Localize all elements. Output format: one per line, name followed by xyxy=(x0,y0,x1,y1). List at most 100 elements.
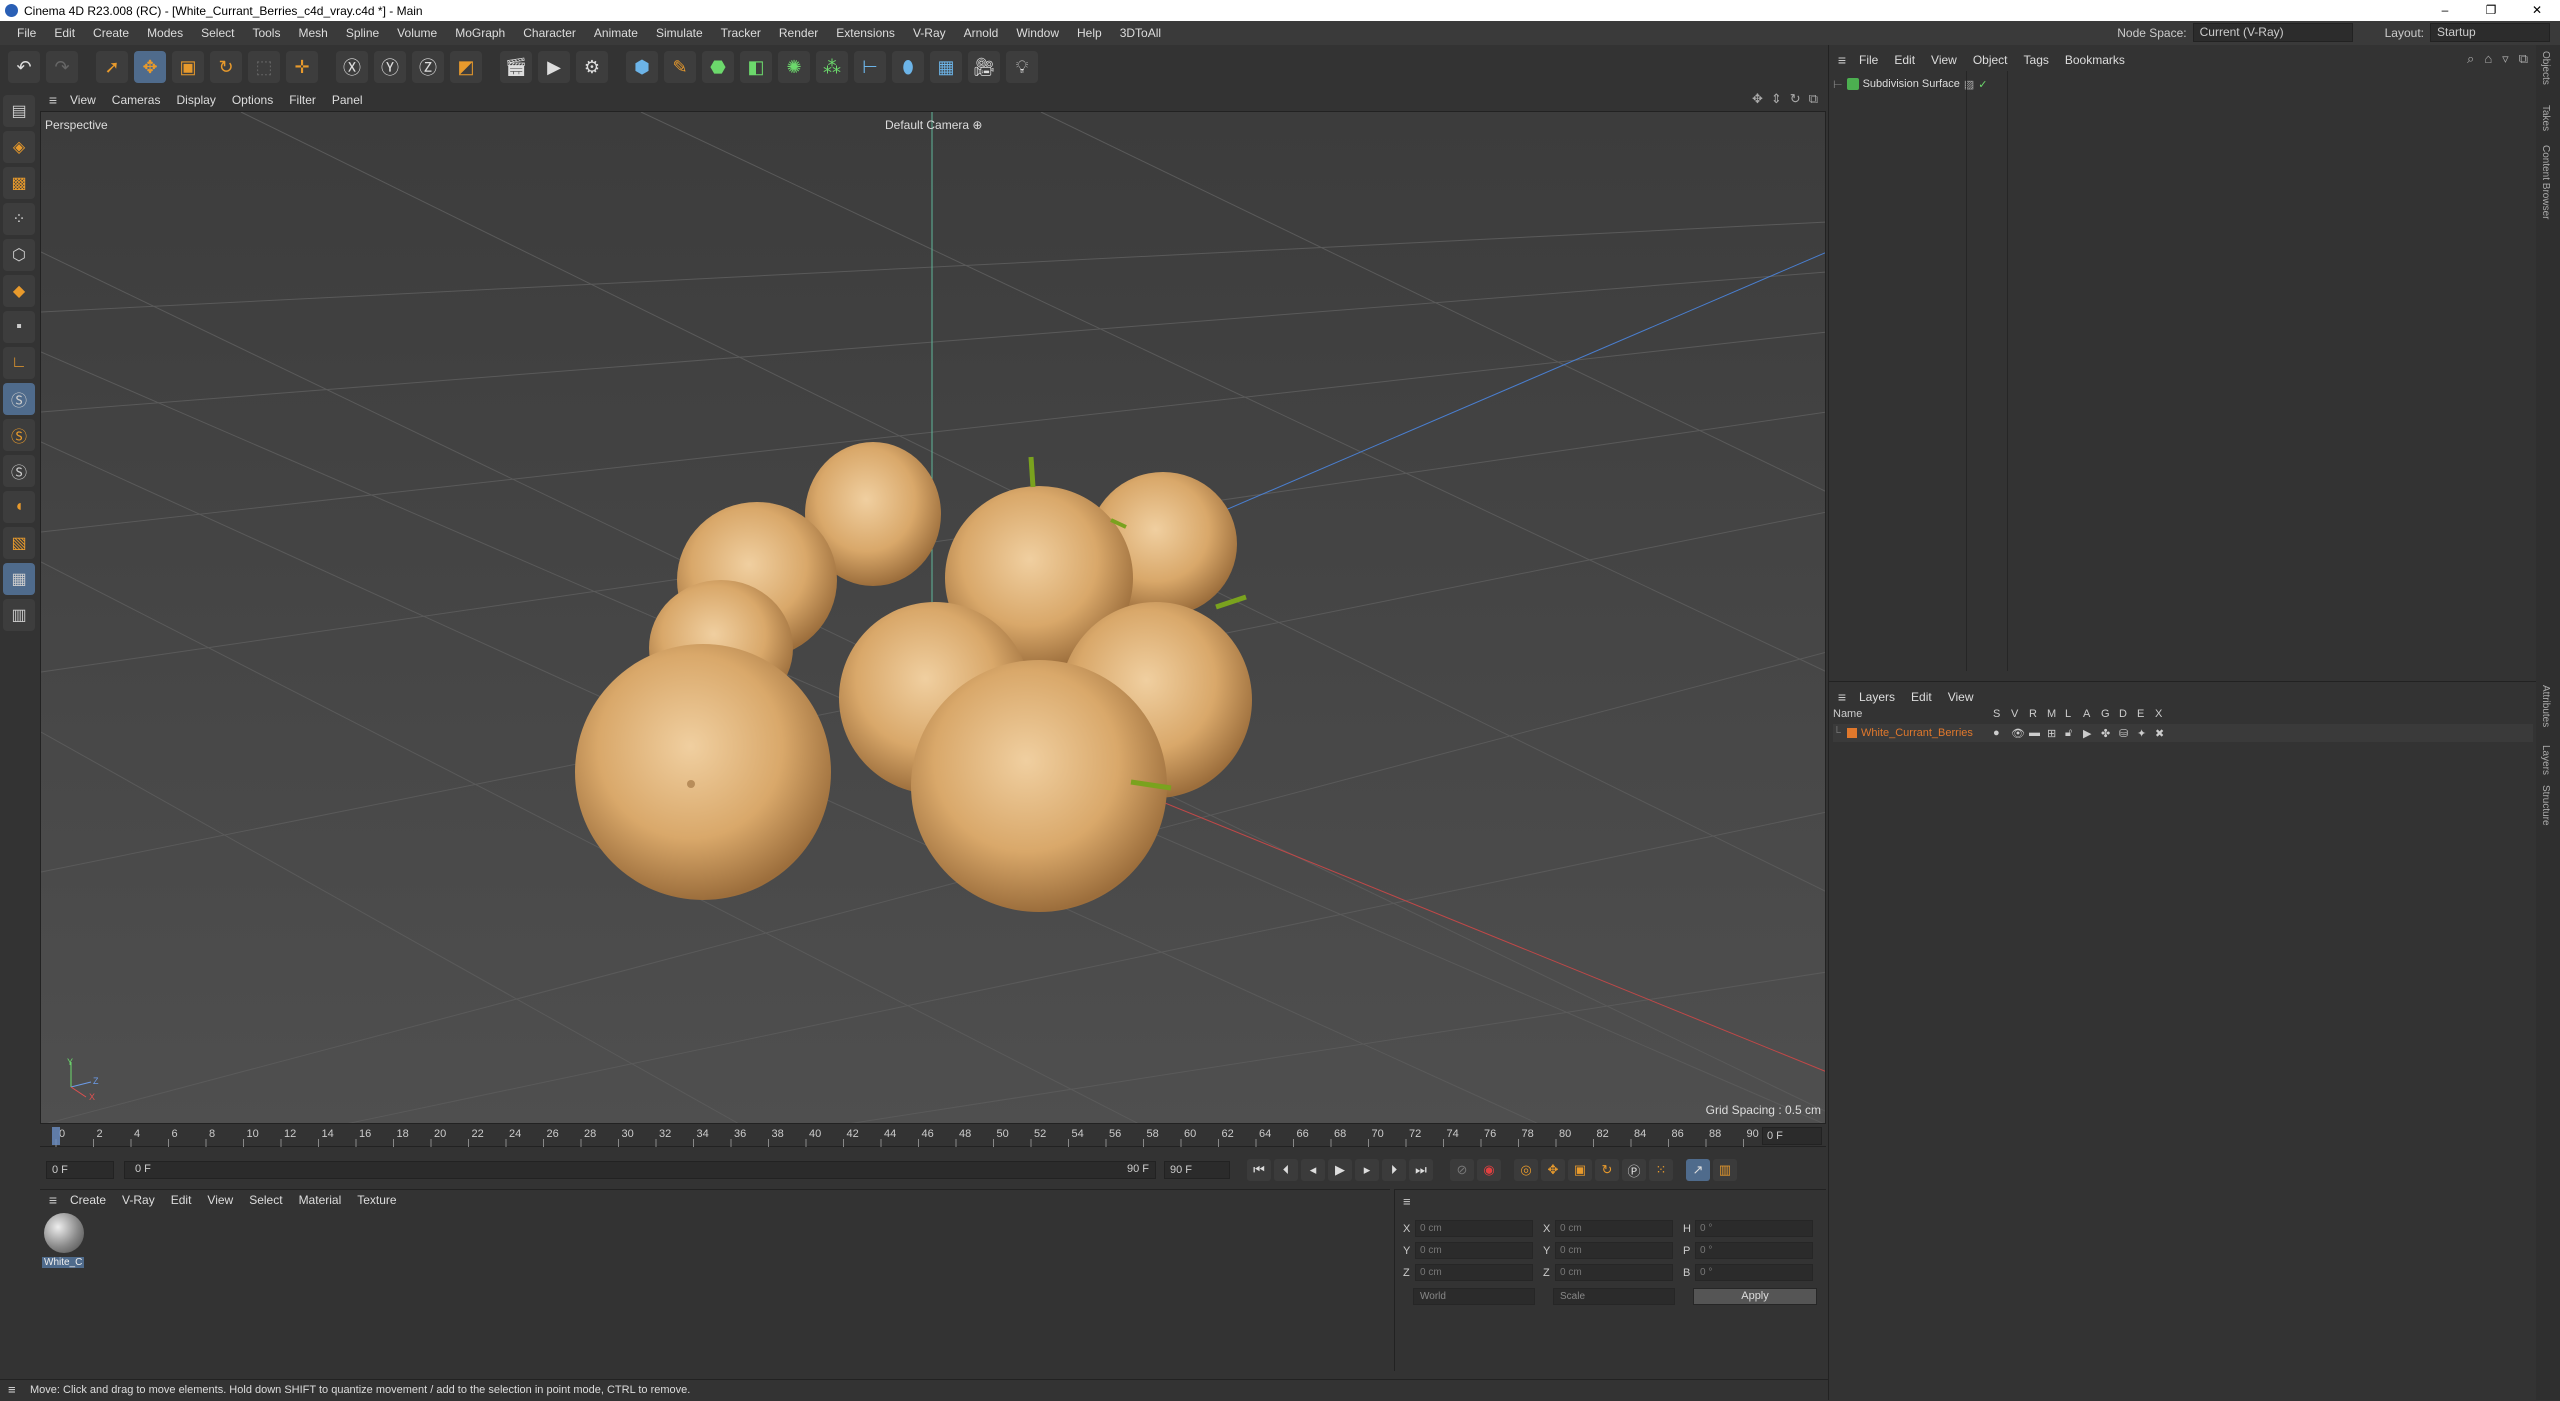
planar-workplane-button[interactable]: ▥ xyxy=(3,599,35,631)
obj-menu-object[interactable]: Object xyxy=(1965,53,2016,67)
dolly-icon[interactable]: ⇕ xyxy=(1771,91,1782,107)
pan-icon[interactable]: ✥ xyxy=(1752,91,1763,107)
material-name[interactable]: White_C xyxy=(42,1257,85,1268)
prev-key-button[interactable]: ⏴ xyxy=(1274,1159,1298,1181)
layer-expressions-icon[interactable]: ✦ xyxy=(2137,727,2155,740)
lock-workplane-button[interactable]: ▦ xyxy=(3,563,35,595)
home-icon[interactable]: ⌂ xyxy=(2484,51,2492,67)
select-tool-button[interactable]: ➚ xyxy=(96,51,128,83)
layer-hamburger-icon[interactable]: ≡ xyxy=(1833,689,1851,705)
mat-menu-material[interactable]: Material xyxy=(291,1193,350,1207)
render-region-button[interactable]: 🎬︎ xyxy=(500,51,532,83)
timeline-ruler[interactable]: 0 2 4 6 8 10 12 14 16 18 20 22 24 26 28 30 32 34 36 38 40 42 4… xyxy=(40,1125,1826,1147)
tab-objects[interactable]: Objects xyxy=(2540,51,2551,85)
size-y-field[interactable]: 0 cm xyxy=(1555,1242,1673,1259)
maximize-button[interactable]: ❐ xyxy=(2468,0,2514,21)
mograph-cloner-button[interactable]: ✺ xyxy=(778,51,810,83)
menu-arnold[interactable]: Arnold xyxy=(955,26,1008,40)
viewport-menu-display[interactable]: Display xyxy=(168,93,223,107)
world-coordinates-button[interactable]: ◩ xyxy=(450,51,482,83)
next-frame-button[interactable]: ▸ xyxy=(1355,1159,1379,1181)
layer-color-swatch[interactable] xyxy=(1847,728,1857,738)
undo-button[interactable]: ↶ xyxy=(8,51,40,83)
material-hamburger-icon[interactable]: ≡ xyxy=(44,1192,62,1208)
layer-generators-icon[interactable]: ✤ xyxy=(2101,727,2119,740)
menu-select[interactable]: Select xyxy=(192,26,243,40)
size-x-field[interactable]: 0 cm xyxy=(1555,1220,1673,1237)
snap-vertex-button[interactable]: Ⓢ xyxy=(3,455,35,487)
deformer-button[interactable]: ⊢ xyxy=(854,51,886,83)
viewport-menu-options[interactable]: Options xyxy=(224,93,281,107)
rotate-tool-button[interactable]: ↻ xyxy=(210,51,242,83)
viewport-menu-cameras[interactable]: Cameras xyxy=(104,93,169,107)
timeline-window-button[interactable]: ▥ xyxy=(1713,1159,1737,1181)
layer-lock-icon[interactable]: 🔓︎ xyxy=(2065,727,2083,740)
obj-menu-tags[interactable]: Tags xyxy=(2016,53,2057,67)
menu-mograph[interactable]: MoGraph xyxy=(446,26,514,40)
menu-file[interactable]: File xyxy=(8,26,45,40)
viewport-menu-filter[interactable]: Filter xyxy=(281,93,324,107)
preview-range-slider[interactable]: 0 F 90 F xyxy=(124,1161,1156,1179)
viewport-perspective[interactable]: Perspective Default Camera ⊕ Grid Spacin… xyxy=(40,111,1826,1124)
pen-spline-button[interactable]: ✎ xyxy=(664,51,696,83)
floor-button[interactable]: ▦ xyxy=(930,51,962,83)
tab-attributes[interactable]: Attributes xyxy=(2540,685,2551,727)
rot-p-field[interactable]: 0 ° xyxy=(1695,1242,1813,1259)
filter-icon[interactable]: ▿ xyxy=(2502,51,2509,67)
tab-structure[interactable]: Structure xyxy=(2540,785,2551,826)
menu-render[interactable]: Render xyxy=(770,26,827,40)
menu-edit[interactable]: Edit xyxy=(45,26,84,40)
menu-mesh[interactable]: Mesh xyxy=(289,26,336,40)
rot-b-field[interactable]: 0 ° xyxy=(1695,1264,1813,1281)
uv-mode-button[interactable]: ▪ xyxy=(3,311,35,343)
viewport-menu-view[interactable]: View xyxy=(62,93,104,107)
coordinate-system-button[interactable]: ✛ xyxy=(286,51,318,83)
magnet-button[interactable]: ◖ xyxy=(3,491,35,523)
array-button[interactable]: ⁂ xyxy=(816,51,848,83)
mat-menu-texture[interactable]: Texture xyxy=(349,1193,404,1207)
mat-menu-view[interactable]: View xyxy=(199,1193,241,1207)
status-hamburger-icon[interactable]: ≡ xyxy=(8,1380,16,1400)
menu-extensions[interactable]: Extensions xyxy=(827,26,904,40)
key-parameter-button[interactable]: Ⓟ xyxy=(1622,1159,1646,1181)
obj-menu-view[interactable]: View xyxy=(1923,53,1965,67)
layer-solo-icon[interactable]: ● xyxy=(1993,727,2011,739)
subdivision-button[interactable]: ⬣ xyxy=(702,51,734,83)
search-icon[interactable]: ⌕ xyxy=(2467,51,2474,67)
motion-path-button[interactable]: ↗ xyxy=(1686,1159,1710,1181)
layer-manager-icon[interactable]: ⊞ xyxy=(2047,727,2065,740)
close-button[interactable]: ✕ xyxy=(2514,0,2560,21)
pos-y-field[interactable]: 0 cm xyxy=(1415,1242,1533,1259)
x-axis-lock-button[interactable]: Ⓧ xyxy=(336,51,368,83)
redo-button[interactable]: ↷ xyxy=(46,51,78,83)
goto-end-button[interactable]: ⏭ xyxy=(1409,1159,1433,1181)
viewport-menu-panel[interactable]: Panel xyxy=(324,93,371,107)
mat-menu-select[interactable]: Select xyxy=(241,1193,290,1207)
move-tool-button[interactable]: ✥ xyxy=(134,51,166,83)
layer-name[interactable]: White_Currant_Berries xyxy=(1861,727,1993,739)
model-mode-button[interactable]: ◈ xyxy=(3,131,35,163)
camera-button[interactable]: 🎥︎ xyxy=(968,51,1000,83)
menu-tracker[interactable]: Tracker xyxy=(712,26,770,40)
menu-help[interactable]: Help xyxy=(1068,26,1111,40)
goto-start-button[interactable]: ⏮ xyxy=(1247,1159,1271,1181)
layer-deformers-icon[interactable]: ⛁ xyxy=(2119,727,2137,740)
layer-xref-icon[interactable]: ✖ xyxy=(2155,727,2173,740)
field-button[interactable]: ⬮ xyxy=(892,51,924,83)
tab-takes[interactable]: Takes xyxy=(2540,105,2551,131)
pos-x-field[interactable]: 0 cm xyxy=(1415,1220,1533,1237)
y-axis-lock-button[interactable]: Ⓨ xyxy=(374,51,406,83)
layer-row[interactable]: └ White_Currant_Berries ● 👁︎ ▬ ⊞ 🔓︎ ▶ ✤ … xyxy=(1833,724,2533,742)
keyframe-selection-button[interactable]: ◎ xyxy=(1514,1159,1538,1181)
z-axis-lock-button[interactable]: Ⓩ xyxy=(412,51,444,83)
texture-mode-button[interactable]: ▩ xyxy=(3,167,35,199)
material-thumbnail[interactable] xyxy=(44,1213,84,1253)
menu-volume[interactable]: Volume xyxy=(388,26,446,40)
next-key-button[interactable]: ⏵ xyxy=(1382,1159,1406,1181)
menu-window[interactable]: Window xyxy=(1007,26,1068,40)
snap-settings-button[interactable]: Ⓢ xyxy=(3,419,35,451)
play-button[interactable]: ▶ xyxy=(1328,1159,1352,1181)
key-rotation-button[interactable]: ↻ xyxy=(1595,1159,1619,1181)
tab-content-browser[interactable]: Content Browser xyxy=(2540,145,2551,219)
layout-select[interactable]: Startup xyxy=(2430,23,2550,42)
